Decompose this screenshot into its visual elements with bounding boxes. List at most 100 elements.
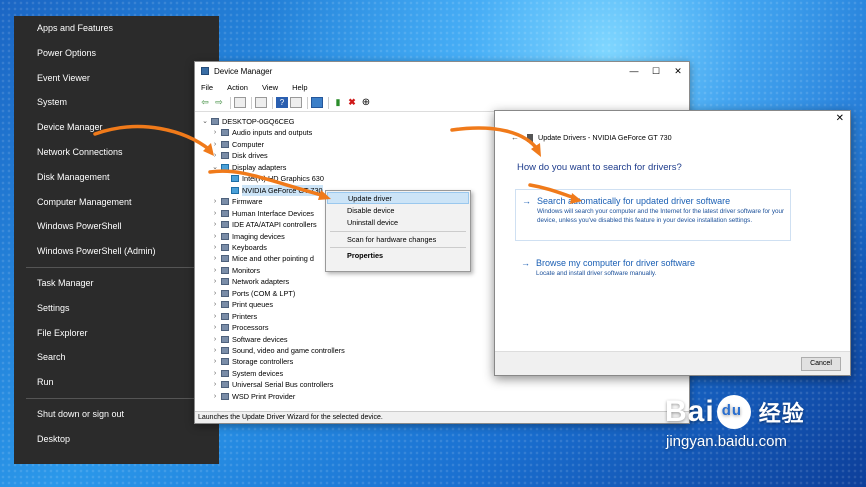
uninstall-device-menu-item[interactable]: Uninstall device xyxy=(327,217,469,229)
monitor-icon xyxy=(221,266,229,274)
winx-item-run[interactable]: Run xyxy=(14,370,219,395)
expand-chevron-icon[interactable]: › xyxy=(211,379,219,390)
menu-action[interactable]: Action xyxy=(227,83,248,92)
browse-computer-option[interactable]: → Browse my computer for driver software … xyxy=(515,252,791,282)
back-arrow-icon[interactable]: ← xyxy=(511,133,519,142)
tree-node[interactable]: › Print queues xyxy=(211,299,273,310)
expand-chevron-icon[interactable]: › xyxy=(211,265,219,276)
expand-chevron-icon[interactable]: › xyxy=(211,368,219,379)
monitor-icon[interactable] xyxy=(311,97,323,108)
expand-chevron-icon[interactable]: › xyxy=(211,322,219,333)
action-pane-icon[interactable] xyxy=(290,97,302,108)
expand-chevron-icon[interactable]: › xyxy=(211,334,219,345)
winx-item-apps-and-features[interactable]: Apps and Features xyxy=(14,16,219,41)
menu-file[interactable]: File xyxy=(201,83,213,92)
expand-chevron-icon[interactable]: › xyxy=(211,253,219,264)
dialog-title: Update Drivers - NVIDIA GeForce GT 730 xyxy=(538,133,672,142)
expand-chevron-icon[interactable]: › xyxy=(211,391,219,402)
winx-item-computer-management[interactable]: Computer Management xyxy=(14,190,219,215)
tree-node[interactable]: › Network adapters xyxy=(211,276,289,287)
back-arrow-icon[interactable]: ⇦ xyxy=(199,97,211,108)
expand-chevron-icon[interactable]: › xyxy=(211,219,219,230)
expand-chevron-icon[interactable]: › xyxy=(211,208,219,219)
tree-node[interactable]: › Processors xyxy=(211,322,269,333)
disable-device-menu-item[interactable]: Disable device xyxy=(327,205,469,217)
expand-chevron-icon[interactable]: › xyxy=(211,196,219,207)
winx-item-event-viewer[interactable]: Event Viewer xyxy=(14,66,219,91)
update-driver-menu-item[interactable]: Update driver xyxy=(327,192,469,204)
winx-item-settings[interactable]: Settings xyxy=(14,296,219,321)
tree-node[interactable]: › Software devices xyxy=(211,334,288,345)
expand-chevron-icon[interactable]: › xyxy=(211,150,219,161)
usb-icon xyxy=(221,381,229,389)
tree-node[interactable]: › Mice and other pointing d xyxy=(211,253,314,264)
help-icon[interactable]: ? xyxy=(276,97,288,108)
winx-item-disk-management[interactable]: Disk Management xyxy=(14,165,219,190)
tree-node[interactable]: › Sound, video and game controllers xyxy=(211,345,345,356)
properties-menu-item[interactable]: Properties xyxy=(327,250,469,262)
tree-node[interactable]: › Ports (COM & LPT) xyxy=(211,288,295,299)
tree-node[interactable]: ⌄ Display adapters xyxy=(211,162,286,173)
search-automatically-option[interactable]: → Search automatically for updated driver… xyxy=(515,189,791,241)
tree-node[interactable]: › Human Interface Devices xyxy=(211,208,314,219)
tree-node[interactable]: › Storage controllers xyxy=(211,356,293,367)
tree-node[interactable]: Intel(R) HD Graphics 630 xyxy=(221,173,324,184)
expand-chevron-icon[interactable]: ⌄ xyxy=(211,162,219,173)
winx-item-file-explorer[interactable]: File Explorer xyxy=(14,321,219,346)
arrow-right-icon: → xyxy=(521,258,530,268)
tree-node[interactable]: › Audio inputs and outputs xyxy=(211,127,313,138)
close-button[interactable]: ✕ xyxy=(667,62,689,80)
menu-view[interactable]: View xyxy=(262,83,278,92)
scan-hardware-menu-item[interactable]: Scan for hardware changes xyxy=(327,234,469,246)
tree-node[interactable]: › Universal Serial Bus controllers xyxy=(211,379,334,390)
properties-icon[interactable] xyxy=(255,97,267,108)
minimize-button[interactable]: — xyxy=(623,62,645,80)
tree-node[interactable]: › WSD Print Provider xyxy=(211,391,295,402)
expand-chevron-icon[interactable]: › xyxy=(211,139,219,150)
tree-node[interactable]: ⌄ DESKTOP-0GQ6CEG xyxy=(201,116,294,127)
winx-item-device-manager[interactable]: Device Manager xyxy=(14,115,219,140)
tree-node[interactable]: › Monitors xyxy=(211,265,260,276)
tree-node[interactable]: › IDE ATA/ATAPI controllers xyxy=(211,219,317,230)
winx-item-system[interactable]: System xyxy=(14,90,219,115)
expand-chevron-icon[interactable]: › xyxy=(211,345,219,356)
winx-item-windows-powershell-admin[interactable]: Windows PowerShell (Admin) xyxy=(14,239,219,264)
expand-chevron-icon[interactable]: › xyxy=(211,276,219,287)
expand-chevron-icon[interactable]: ⌄ xyxy=(201,116,209,127)
close-icon[interactable]: ✕ xyxy=(836,113,844,124)
expand-chevron-icon[interactable]: › xyxy=(211,231,219,242)
show-hide-tree-icon[interactable] xyxy=(234,97,246,108)
tree-node[interactable]: NVIDIA GeForce GT 730 xyxy=(221,184,323,196)
cancel-button[interactable]: Cancel xyxy=(801,357,841,371)
tree-node[interactable]: › Firmware xyxy=(211,196,263,207)
tree-node-label: DESKTOP-0GQ6CEG xyxy=(222,117,295,126)
toolbar-separator xyxy=(230,96,231,109)
expand-chevron-icon[interactable]: › xyxy=(211,288,219,299)
scan-download-icon[interactable]: ⊕ xyxy=(360,97,372,108)
winx-item-power-options[interactable]: Power Options xyxy=(14,41,219,66)
tree-node[interactable]: › Printers xyxy=(211,311,257,322)
forward-arrow-icon[interactable]: ⇨ xyxy=(213,97,225,108)
menu-help[interactable]: Help xyxy=(292,83,307,92)
tree-node[interactable]: › Imaging devices xyxy=(211,231,285,242)
expand-chevron-icon[interactable]: › xyxy=(211,356,219,367)
winx-item-task-manager[interactable]: Task Manager xyxy=(14,271,219,296)
expand-chevron-icon[interactable]: › xyxy=(211,242,219,253)
winx-item-search[interactable]: Search xyxy=(14,345,219,370)
tree-node-label: Firmware xyxy=(232,197,263,207)
maximize-button[interactable]: ☐ xyxy=(645,62,667,80)
winx-item-desktop[interactable]: Desktop xyxy=(14,427,219,452)
tree-node[interactable]: › Keyboards xyxy=(211,242,267,253)
uninstall-x-icon[interactable]: ✖ xyxy=(346,97,358,108)
expand-chevron-icon[interactable]: › xyxy=(211,299,219,310)
winx-item-shut-down-or-sign-out[interactable]: Shut down or sign out xyxy=(14,402,219,427)
update-driver-icon[interactable]: ▮ xyxy=(332,97,344,108)
winx-item-network-connections[interactable]: Network Connections xyxy=(14,140,219,165)
tree-node[interactable]: › System devices xyxy=(211,368,283,379)
tree-node[interactable]: › Computer xyxy=(211,139,264,150)
expand-chevron-icon[interactable]: › xyxy=(211,311,219,322)
watermark-cn: 经验 xyxy=(758,401,805,426)
winx-item-windows-powershell[interactable]: Windows PowerShell xyxy=(14,214,219,239)
tree-node[interactable]: › Disk drives xyxy=(211,150,268,161)
expand-chevron-icon[interactable]: › xyxy=(211,127,219,138)
